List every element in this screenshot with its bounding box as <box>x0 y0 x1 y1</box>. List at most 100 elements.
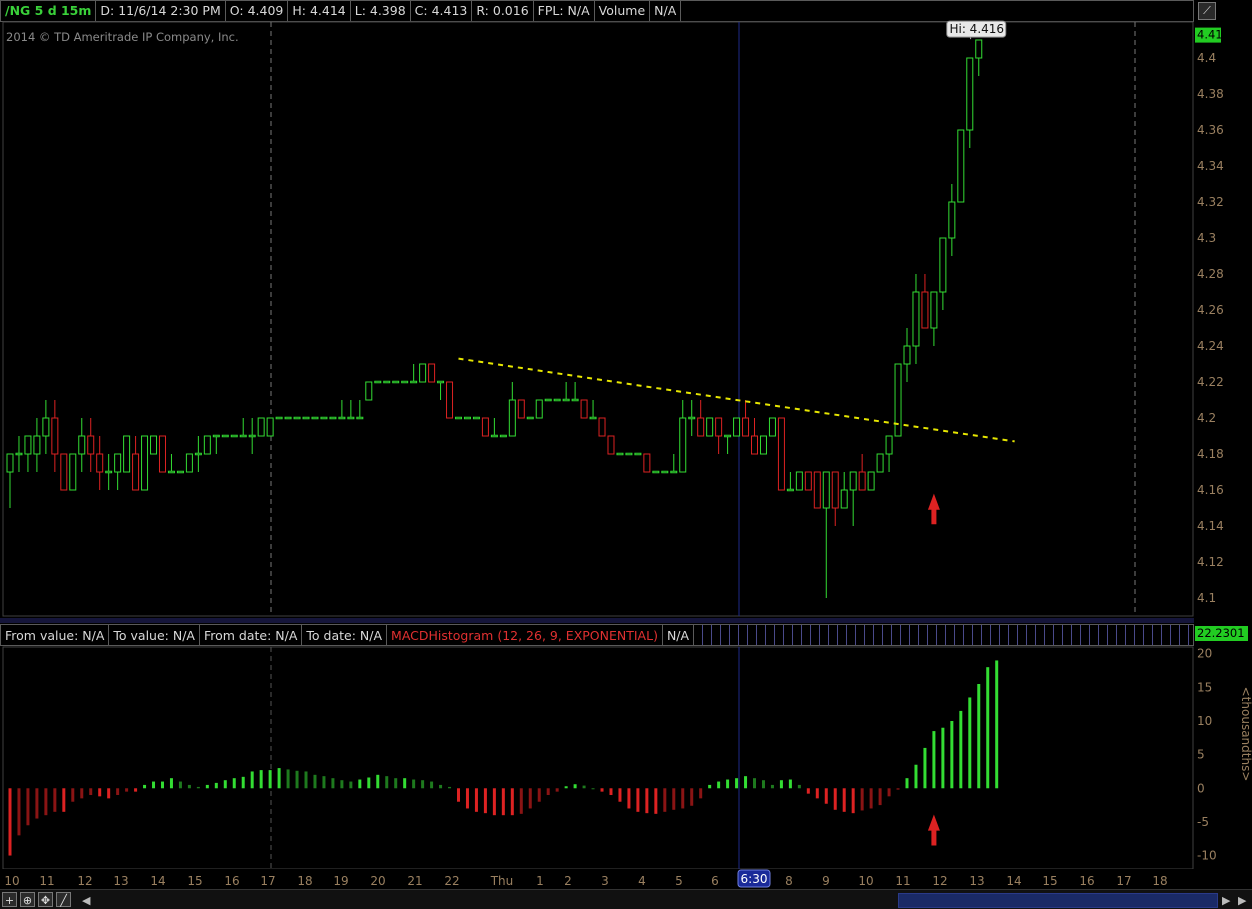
time-axis-tick: 11 <box>39 874 54 888</box>
histogram-bar <box>654 788 658 814</box>
histogram-bar <box>313 774 317 789</box>
study-name[interactable]: MACDHistogram (12, 26, 9, EXPONENTIAL) <box>387 624 663 646</box>
histogram-bar <box>367 777 371 789</box>
time-axis-tick: 22 <box>444 874 459 888</box>
price-axis-tick: 4.14 <box>1197 519 1224 533</box>
histogram-bar <box>770 784 774 789</box>
time-axis-tick: 5 <box>675 874 683 888</box>
candle-body <box>392 380 400 384</box>
up-arrow-annotation <box>927 493 940 525</box>
candle-body <box>535 399 543 419</box>
candle-body <box>777 417 785 491</box>
study-pane-frame <box>2 646 1194 870</box>
candle-body <box>176 470 184 474</box>
time-axis-tick: 18 <box>1152 874 1167 888</box>
histogram-bar <box>385 776 389 789</box>
candle-body <box>481 417 489 437</box>
candle-body <box>508 399 516 437</box>
histogram-bar <box>564 786 568 789</box>
histogram-bar <box>196 786 200 789</box>
price-axis-tick: 4.1 <box>1197 591 1216 605</box>
candle-body <box>365 381 373 401</box>
candle-body <box>975 39 983 59</box>
symbol-label[interactable]: /NG 5 d 15m <box>0 0 97 22</box>
time-axis-bg <box>0 869 1194 889</box>
candle-body <box>266 417 274 437</box>
candle-body <box>490 434 498 438</box>
to-date-readout: To date: N/A <box>302 624 388 646</box>
candle-body <box>957 129 965 203</box>
histogram-bar <box>205 784 209 789</box>
candle-body <box>526 416 534 420</box>
histogram-bar <box>842 788 846 812</box>
pan-icon[interactable]: ✥ <box>38 892 53 907</box>
from-date-readout: From date: N/A <box>199 624 303 646</box>
histogram-bar <box>537 788 541 802</box>
drawing-tool-icon[interactable]: ╱ <box>56 892 71 907</box>
candle-body <box>733 417 741 437</box>
time-axis-tick: 12 <box>77 874 92 888</box>
candle-body <box>499 434 507 438</box>
study-axis-tick: 15 <box>1197 680 1212 694</box>
price-axis-tick: 4.34 <box>1197 159 1224 173</box>
candle-body <box>786 488 794 492</box>
histogram-bar <box>26 788 30 826</box>
candle-body <box>114 453 122 473</box>
candle-body <box>903 345 911 365</box>
histogram-bar <box>699 788 703 799</box>
candle-body <box>455 416 462 420</box>
histogram-bar <box>573 784 577 789</box>
copyright-text: 2014 © TD Ameritrade IP Company, Inc. <box>6 30 239 44</box>
fpl-readout: FPL: N/A <box>533 0 595 22</box>
histogram-bar <box>896 788 900 790</box>
histogram-bar <box>8 788 12 856</box>
time-axis-tick: 10 <box>4 874 19 888</box>
price-axis-tick: 4.24 <box>1197 339 1224 353</box>
candle-body <box>311 416 319 420</box>
price-axis-tick: 4.26 <box>1197 303 1224 317</box>
histogram-bar <box>331 778 335 789</box>
time-axis-tick: 16 <box>224 874 239 888</box>
draw-icon[interactable]: ⟋ <box>1198 2 1216 20</box>
candle-body <box>275 416 283 420</box>
price-axis-tick: 4.16 <box>1197 483 1224 497</box>
histogram-bar <box>394 778 398 789</box>
candle-body <box>230 434 238 438</box>
histogram-bar <box>250 771 254 789</box>
candle-body <box>78 435 86 455</box>
time-axis-tick: 19 <box>333 874 348 888</box>
histogram-bar <box>448 786 452 789</box>
candle-body <box>553 398 561 402</box>
candle-body <box>167 470 175 474</box>
time-axis-tick: 14 <box>1006 874 1021 888</box>
candle-body <box>715 417 723 437</box>
time-scrollbar[interactable]: + ⊕ ✥ ╱ ◀ ▶ ▶ <box>0 889 1252 909</box>
histogram-bar <box>322 776 326 789</box>
candle-body <box>356 416 364 420</box>
histogram-bar <box>421 780 425 789</box>
candle-body <box>158 435 166 473</box>
candle-body <box>742 417 750 437</box>
scroll-right-icon[interactable]: ▶ <box>1222 894 1230 907</box>
scroll-end-icon[interactable]: ▶ <box>1238 894 1246 907</box>
histogram-bar <box>241 776 245 789</box>
histogram-bar <box>815 788 819 799</box>
candle-body <box>69 453 77 491</box>
candle-body <box>616 452 624 456</box>
zoom-in-icon[interactable]: + <box>2 892 17 907</box>
candle-body <box>96 453 104 473</box>
chart-canvas[interactable]: 4.44.384.364.344.324.34.284.264.244.224.… <box>0 0 1252 889</box>
candle-body <box>239 434 247 438</box>
scroll-thumb[interactable] <box>898 893 1218 908</box>
histogram-bar <box>591 788 595 790</box>
histogram-bar <box>546 788 550 795</box>
crosshair-icon[interactable]: ⊕ <box>20 892 35 907</box>
histogram-bar <box>412 779 416 789</box>
scroll-left-icon[interactable]: ◀ <box>82 894 90 907</box>
candle-body <box>194 452 202 456</box>
histogram-bar <box>860 788 864 811</box>
time-axis-tick: 8 <box>785 874 793 888</box>
price-axis-tick: 4.22 <box>1197 375 1224 389</box>
histogram-bar <box>178 781 182 789</box>
time-axis-tick: 17 <box>260 874 275 888</box>
